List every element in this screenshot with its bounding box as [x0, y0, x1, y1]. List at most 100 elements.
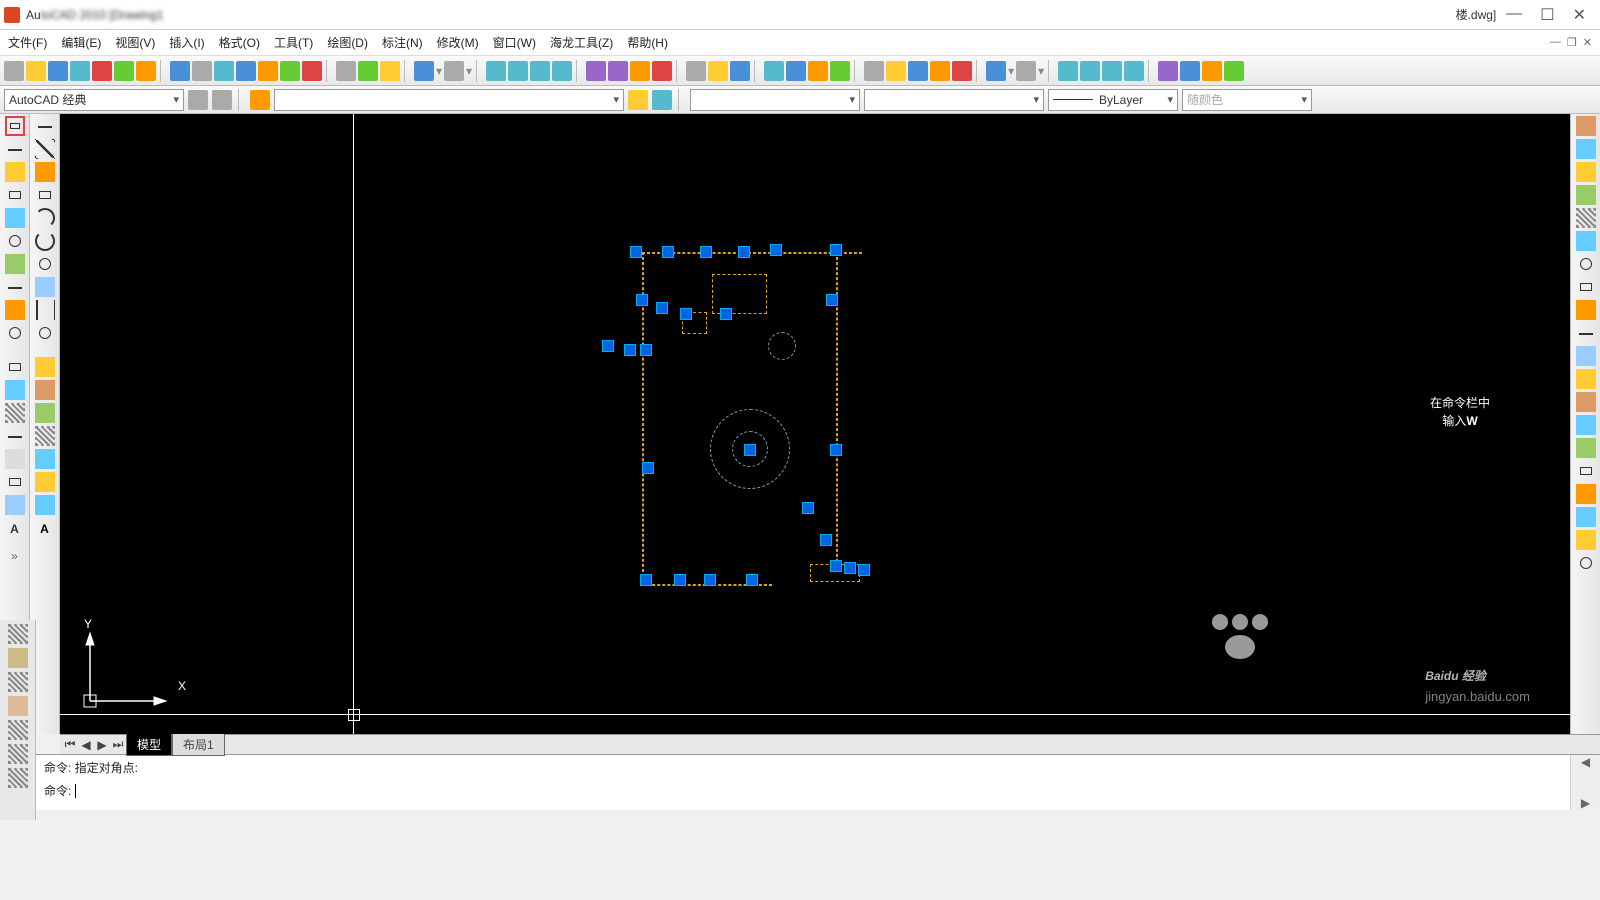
extend-icon[interactable]: [1576, 346, 1596, 366]
polygon-icon[interactable]: [5, 185, 25, 205]
lt7-icon[interactable]: [908, 61, 928, 81]
region-icon[interactable]: [5, 472, 25, 492]
tool2-icon[interactable]: [214, 61, 234, 81]
lt4-icon[interactable]: [830, 61, 850, 81]
layer-new-icon[interactable]: [686, 61, 706, 81]
r3-icon[interactable]: [1576, 530, 1596, 550]
join-icon[interactable]: [1576, 392, 1596, 412]
menu-view[interactable]: 视图(V): [115, 34, 155, 51]
ws2-icon[interactable]: [212, 90, 232, 110]
insert-icon[interactable]: [5, 380, 25, 400]
dim-icon[interactable]: [5, 426, 25, 446]
m1-icon[interactable]: [35, 357, 55, 377]
z3-icon[interactable]: [1102, 61, 1122, 81]
close-button[interactable]: ✕: [1573, 5, 1586, 25]
spline2-icon[interactable]: [35, 300, 55, 320]
lt6-icon[interactable]: [886, 61, 906, 81]
scroll-left-icon[interactable]: ◀: [1581, 755, 1590, 769]
m7-icon[interactable]: [35, 495, 55, 515]
zoom-icon[interactable]: [508, 61, 528, 81]
menu-modify[interactable]: 修改(M): [437, 34, 479, 51]
explode-icon[interactable]: [1576, 461, 1596, 481]
tab-first-icon[interactable]: ⏮: [62, 737, 78, 752]
table-icon[interactable]: [5, 449, 25, 469]
color-dropdown[interactable]: [690, 89, 860, 111]
h6-icon[interactable]: [8, 744, 28, 764]
mdi-close[interactable]: ✕: [1583, 36, 1592, 49]
layer-save-icon[interactable]: [730, 61, 750, 81]
tool6-icon[interactable]: [302, 61, 322, 81]
menu-format[interactable]: 格式(O): [219, 34, 260, 51]
command-scroll[interactable]: ◀ ▶: [1570, 755, 1600, 810]
tab-layout1[interactable]: 布局1: [172, 733, 225, 756]
z8-icon[interactable]: [1224, 61, 1244, 81]
lt2-icon[interactable]: [786, 61, 806, 81]
lt9-icon[interactable]: [952, 61, 972, 81]
lt3-icon[interactable]: [808, 61, 828, 81]
drawing-canvas[interactable]: Y X: [60, 114, 1570, 734]
cloud-icon[interactable]: [35, 162, 55, 182]
h3-icon[interactable]: [8, 672, 28, 692]
props-icon[interactable]: [586, 61, 606, 81]
z2-icon[interactable]: [1080, 61, 1100, 81]
donut-icon[interactable]: [5, 231, 25, 251]
m4-icon[interactable]: [35, 426, 55, 446]
lt10-icon[interactable]: [986, 61, 1006, 81]
ellipse-icon[interactable]: [5, 300, 25, 320]
m6-icon[interactable]: [35, 472, 55, 492]
layer-icon[interactable]: [250, 90, 270, 110]
tab-prev-icon[interactable]: ◀: [78, 738, 94, 752]
paste-icon[interactable]: [136, 61, 156, 81]
maximize-button[interactable]: ☐: [1540, 5, 1554, 25]
menu-edit[interactable]: 编辑(E): [61, 34, 101, 51]
rectangle-icon[interactable]: [35, 185, 55, 205]
ucs-icon[interactable]: [336, 61, 356, 81]
menu-insert[interactable]: 插入(I): [169, 34, 204, 51]
hatch-icon[interactable]: [5, 403, 25, 423]
menu-tools[interactable]: 工具(T): [274, 34, 313, 51]
r2-icon[interactable]: [1576, 507, 1596, 527]
cut-icon[interactable]: [92, 61, 112, 81]
plotstyle-dropdown[interactable]: 随颜色: [1182, 89, 1312, 111]
undo-icon[interactable]: [414, 61, 434, 81]
menu-help[interactable]: 帮助(H): [627, 34, 668, 51]
linetype-dropdown[interactable]: [864, 89, 1044, 111]
lt11-icon[interactable]: [1016, 61, 1036, 81]
arc-icon[interactable]: [5, 208, 25, 228]
open-icon[interactable]: [26, 61, 46, 81]
mdi-restore[interactable]: ❐: [1567, 36, 1577, 49]
r1-icon[interactable]: [1576, 484, 1596, 504]
stretch-icon[interactable]: [1576, 300, 1596, 320]
xline-icon[interactable]: [5, 139, 25, 159]
new-icon[interactable]: [4, 61, 24, 81]
line-icon[interactable]: [35, 116, 55, 136]
tab-last-icon[interactable]: ⏭: [110, 737, 126, 752]
pline-icon[interactable]: [5, 162, 25, 182]
menu-window[interactable]: 窗口(W): [493, 34, 536, 51]
layerstate-icon[interactable]: [628, 90, 648, 110]
lt8-icon[interactable]: [930, 61, 950, 81]
tool10-icon[interactable]: [652, 61, 672, 81]
scroll-right-icon[interactable]: ▶: [1581, 796, 1590, 810]
z6-icon[interactable]: [1180, 61, 1200, 81]
tab-model[interactable]: 模型: [126, 733, 172, 756]
circle2-icon[interactable]: [5, 323, 25, 343]
offset-icon[interactable]: [1576, 185, 1596, 205]
rect-red-icon[interactable]: [5, 116, 25, 136]
m8-icon[interactable]: A: [35, 518, 55, 538]
m2-icon[interactable]: [35, 380, 55, 400]
tool8-icon[interactable]: [380, 61, 400, 81]
tool5-icon[interactable]: [280, 61, 300, 81]
match-icon[interactable]: [170, 61, 190, 81]
menu-hailong[interactable]: 海龙工具(Z): [550, 34, 613, 51]
h2-icon[interactable]: [8, 648, 28, 668]
z5-icon[interactable]: [1158, 61, 1178, 81]
copy2-icon[interactable]: [1576, 139, 1596, 159]
z4-icon[interactable]: [1124, 61, 1144, 81]
zoom-window-icon[interactable]: [530, 61, 550, 81]
revcloud-icon[interactable]: [35, 277, 55, 297]
h1-icon[interactable]: [8, 624, 28, 644]
workspace-dropdown[interactable]: AutoCAD 经典: [4, 89, 184, 111]
move-icon[interactable]: [1576, 231, 1596, 251]
layeriso-icon[interactable]: [652, 90, 672, 110]
